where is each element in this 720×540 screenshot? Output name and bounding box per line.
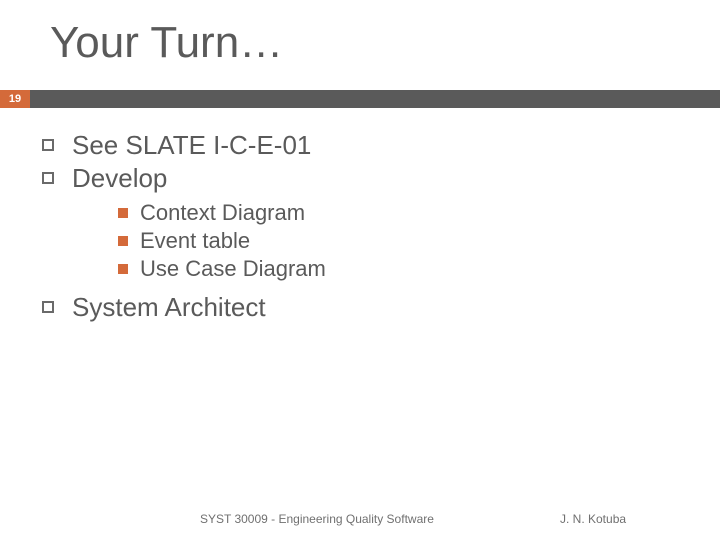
bullet-text: System Architect — [72, 292, 266, 323]
bullet-text: Event table — [140, 228, 250, 254]
bullet-level1: Develop — [42, 163, 326, 194]
footer-course: SYST 30009 - Engineering Quality Softwar… — [200, 512, 434, 526]
footer-author: J. N. Kotuba — [560, 512, 626, 526]
square-fill-icon — [118, 236, 128, 246]
bullet-level2: Event table — [118, 228, 326, 254]
square-fill-icon — [118, 208, 128, 218]
content-area: See SLATE I-C-E-01 Develop Context Diagr… — [42, 130, 326, 325]
square-fill-icon — [118, 264, 128, 274]
bullet-level2: Use Case Diagram — [118, 256, 326, 282]
square-outline-icon — [42, 301, 54, 313]
square-outline-icon — [42, 139, 54, 151]
slide-title: Your Turn… — [50, 18, 283, 68]
accent-bar — [0, 90, 720, 108]
bullet-text: See SLATE I-C-E-01 — [72, 130, 311, 161]
bullet-text: Context Diagram — [140, 200, 305, 226]
bullet-text: Develop — [72, 163, 167, 194]
bullet-level1: See SLATE I-C-E-01 — [42, 130, 326, 161]
square-outline-icon — [42, 172, 54, 184]
page-number-badge: 19 — [0, 90, 30, 108]
bullet-level2: Context Diagram — [118, 200, 326, 226]
sub-bullets: Context Diagram Event table Use Case Dia… — [118, 200, 326, 282]
bullet-level1: System Architect — [42, 292, 326, 323]
slide: Your Turn… 19 See SLATE I-C-E-01 Develop… — [0, 0, 720, 540]
bullet-text: Use Case Diagram — [140, 256, 326, 282]
